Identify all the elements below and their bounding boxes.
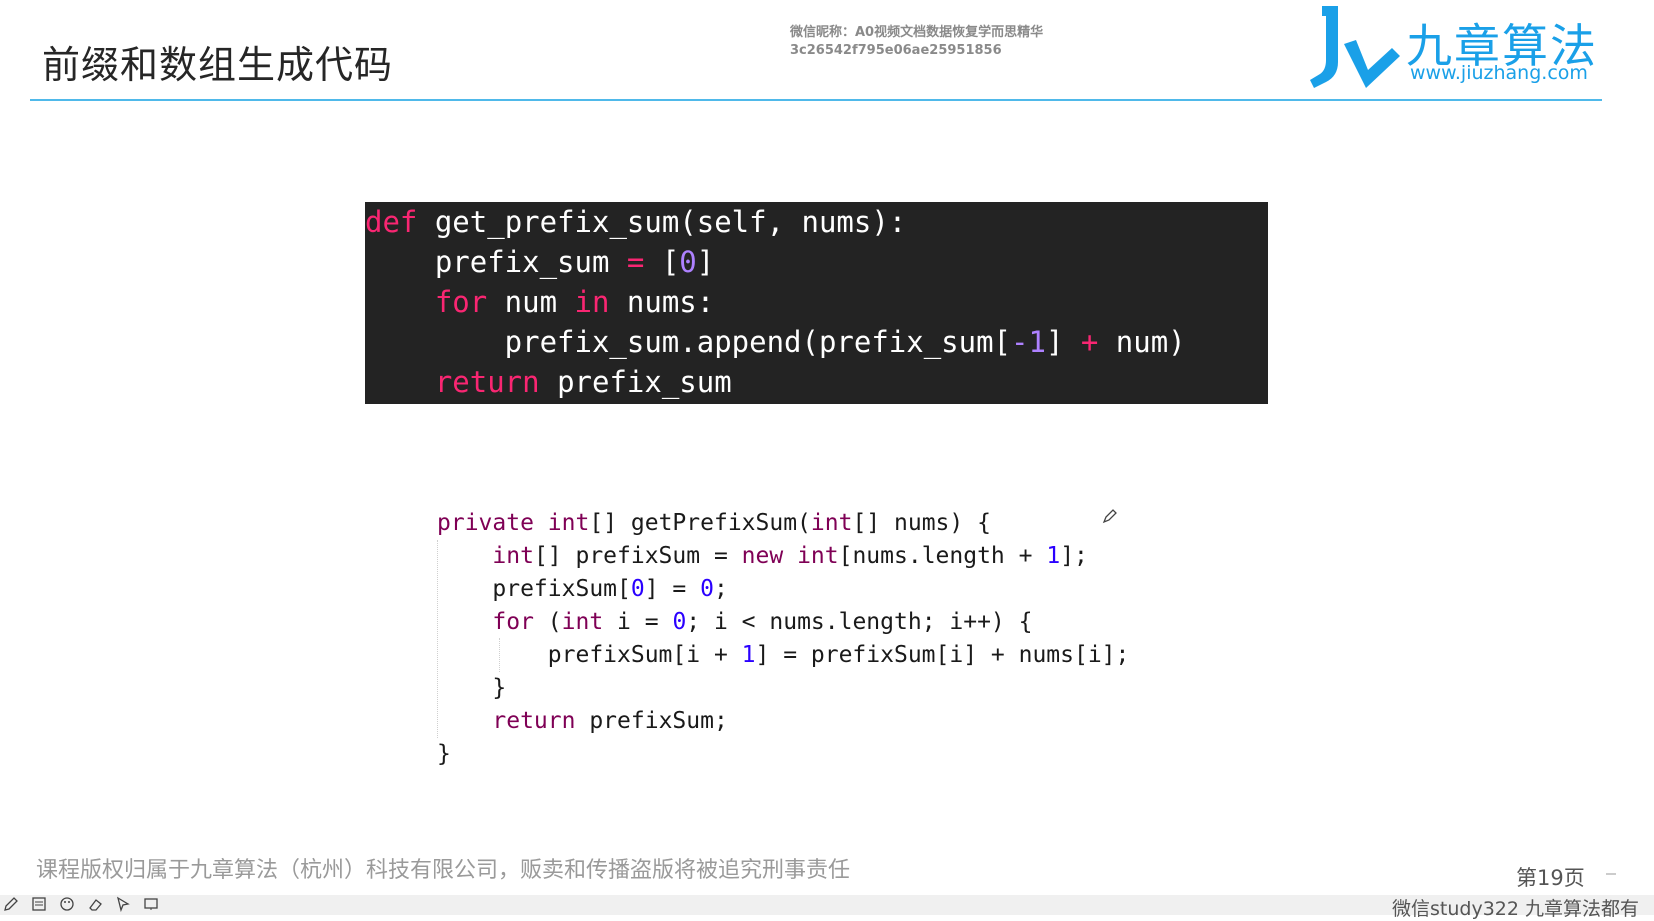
code-text: prefix_sum.append(prefix_sum[ [365, 325, 1012, 359]
code-text: get_prefix_sum(self, nums): [417, 205, 907, 239]
code-text: ] = prefixSum[i] + nums[i]; [755, 642, 1130, 668]
code-line: private int[] getPrefixSum(int[] nums) { [437, 507, 1129, 540]
code-keyword: int [810, 510, 853, 536]
code-text: prefixSum[i + [437, 642, 742, 668]
code-line: } [437, 675, 507, 701]
code-line: prefix_sum = [0] [365, 242, 1268, 282]
code-line: prefix_sum.append(prefix_sum[-1] + num) [365, 322, 1268, 362]
code-text: prefixSum; [575, 708, 728, 734]
jiuzhang-logo-icon [1310, 6, 1400, 88]
pointer-icon[interactable] [114, 895, 132, 913]
code-text: ; i < nums.length; i++) { [686, 609, 1033, 635]
code-text: ] [1045, 325, 1081, 359]
code-operator: + [1080, 325, 1099, 359]
palette-icon[interactable] [58, 895, 76, 913]
code-text: [] getPrefixSum( [589, 510, 811, 536]
code-keyword: int [437, 543, 534, 569]
code-operator: = [626, 245, 645, 279]
watermark-line2: 3c26542f795e06ae25951856 [790, 43, 1002, 58]
code-keyword: return [365, 365, 540, 399]
code-text: [] nums) { [852, 510, 991, 536]
copyright-footer: 课程版权归属于九章算法（杭州）科技有限公司，贩卖和传播盗版将被追究刑事责任 [36, 858, 851, 883]
code-line: int[] prefixSum = new int[nums.length + … [437, 540, 1129, 573]
code-keyword: return [437, 708, 576, 734]
code-line: for num in nums: [365, 282, 1268, 322]
code-number: 1 [1046, 543, 1061, 569]
code-keyword: int [547, 510, 590, 536]
code-keyword: def [365, 205, 418, 239]
python-code-block: def get_prefix_sum(self, nums): prefix_s… [365, 202, 1268, 404]
code-text: ] [696, 245, 715, 279]
code-line: } [437, 741, 451, 767]
code-keyword: private [437, 510, 534, 536]
watermark-text: 微信昵称：A0视频文档数据恢复学而思精华 3c26542f795e06ae259… [790, 24, 1043, 60]
pen-icon[interactable] [2, 895, 20, 913]
code-number: 0 [672, 609, 687, 635]
code-text: ; [713, 576, 728, 602]
code-text: ] = [644, 576, 701, 602]
presentation-toolbar [0, 893, 160, 915]
code-keyword: for [437, 609, 534, 635]
code-number: -1 [1011, 325, 1046, 359]
page-number: 第19页 [1516, 866, 1585, 890]
pen-cursor-icon [1102, 509, 1117, 524]
notes-icon[interactable] [30, 895, 48, 913]
code-line: prefixSum[i + 1] = prefixSum[i] + nums[i… [437, 639, 1130, 672]
code-line: return prefix_sum [365, 362, 1268, 402]
screen-icon[interactable] [142, 895, 160, 913]
code-line: return prefixSum; [437, 705, 1129, 738]
code-text: num [487, 285, 575, 319]
code-number: 0 [630, 576, 645, 602]
code-text: [ [644, 245, 680, 279]
code-text: num) [1098, 325, 1186, 359]
code-text: prefix_sum [539, 365, 732, 399]
code-text: i = [603, 609, 673, 635]
java-code-block: private int[] getPrefixSum(int[] nums) {… [437, 507, 1129, 771]
logo-url: www.jiuzhang.com [1410, 62, 1588, 84]
slide-title: 前缀和数组生成代码 [42, 43, 394, 87]
code-keyword: in [574, 285, 610, 319]
code-keyword: int [797, 543, 839, 569]
watermark-line1: 微信昵称：A0视频文档数据恢复学而思精华 [790, 25, 1044, 40]
code-line: for (int i = 0; i < nums.length; i++) { [437, 606, 1129, 639]
code-number: 1 [741, 642, 756, 668]
jiuzhang-logo: 九章算法 www.jiuzhang.com [1310, 4, 1610, 92]
page-marker [1606, 873, 1616, 875]
code-text: prefixSum[ [437, 576, 631, 602]
code-text: prefix_sum [365, 245, 627, 279]
code-line: def get_prefix_sum(self, nums): [365, 202, 1268, 242]
bottom-watermark: 微信study322 九章算法都有 [1392, 898, 1640, 920]
code-keyword: new [741, 543, 784, 569]
code-number: 0 [700, 576, 714, 602]
code-keyword: for [365, 285, 488, 319]
eraser-icon[interactable] [86, 895, 104, 913]
code-keyword: int [561, 609, 604, 635]
code-line: prefixSum[0] = 0; [437, 573, 1129, 606]
code-text: ( [533, 609, 562, 635]
code-text: nums: [609, 285, 715, 319]
code-text: [nums.length + [838, 543, 1047, 569]
code-text: [] prefixSum = [533, 543, 742, 569]
header-divider [30, 99, 1602, 101]
code-number: 0 [679, 245, 697, 279]
code-text: ]; [1060, 543, 1088, 569]
